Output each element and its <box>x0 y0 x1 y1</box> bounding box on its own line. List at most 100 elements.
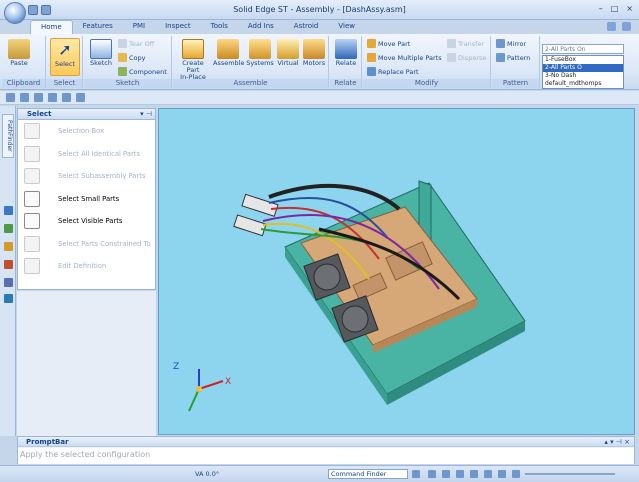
select-tool-item[interactable]: Select Visible Parts <box>18 210 155 233</box>
ribbon-right-controls <box>607 22 631 31</box>
assemble-button[interactable]: Assemble <box>213 38 244 76</box>
replace-part-button[interactable]: Replace Part <box>367 66 419 77</box>
config-option[interactable]: 3-No Dash <box>543 72 623 80</box>
move-part-icon <box>367 39 376 48</box>
save-icon[interactable] <box>6 93 15 102</box>
group-pattern: Mirror Pattern Pattern <box>492 36 540 88</box>
tear-off-button[interactable]: Tear Off <box>118 38 154 49</box>
constrained-parts-icon <box>24 235 40 252</box>
fan-hub <box>341 305 369 333</box>
create-part-icon <box>182 39 204 59</box>
tab-pmi[interactable]: PMI <box>123 20 155 34</box>
title-bar: Solid Edge ST - Assembly - [DashAssy.asm… <box>0 0 639 24</box>
connector <box>233 214 267 237</box>
status-bar: VA 0.0° Command Finder <box>0 465 639 482</box>
redo-icon[interactable] <box>34 93 43 102</box>
move-part-button[interactable]: Move Part <box>367 38 410 49</box>
select-tools-tab-icon[interactable] <box>4 294 13 303</box>
select-tool-item[interactable]: Edit Definition <box>18 255 155 278</box>
minimize-ribbon-icon[interactable] <box>622 22 631 31</box>
systems-button[interactable]: Systems <box>245 38 275 76</box>
pan-icon[interactable] <box>470 470 478 478</box>
sensors-tab-icon[interactable] <box>4 278 13 287</box>
create-part-in-place-button[interactable]: Create Part In-Place <box>175 38 211 81</box>
view-orientation-icon[interactable] <box>498 470 506 478</box>
help-icon[interactable] <box>607 22 616 31</box>
zoom-area-icon[interactable] <box>428 470 436 478</box>
transfer-icon <box>447 39 456 48</box>
layers-tab-icon[interactable] <box>4 224 13 233</box>
mirror-button[interactable]: Mirror <box>496 38 526 49</box>
systems-icon <box>249 39 271 59</box>
zoom-icon[interactable] <box>442 470 450 478</box>
family-tab-icon[interactable] <box>4 260 13 269</box>
select-tool-item[interactable]: Select Small Parts <box>18 188 155 211</box>
command-finder-go-icon[interactable] <box>412 470 420 478</box>
motors-icon <box>303 39 325 59</box>
close-button[interactable]: × <box>626 4 633 13</box>
select-tool-item[interactable]: Select All Identical Parts <box>18 143 155 166</box>
maximize-button[interactable]: □ <box>611 4 619 13</box>
tab-inspect[interactable]: Inspect <box>155 20 201 34</box>
replace-part-icon <box>367 67 376 76</box>
render-mode-icon[interactable] <box>512 470 520 478</box>
undo-history-icon[interactable] <box>48 93 57 102</box>
command-finder-input[interactable]: Command Finder <box>328 469 408 479</box>
tab-features[interactable]: Features <box>73 20 123 34</box>
window-title: Solid Edge ST - Assembly - [DashAssy.asm… <box>233 5 406 14</box>
pathfinder-tab-icon[interactable] <box>4 206 13 215</box>
fan-hub <box>313 263 341 291</box>
select-tool-item[interactable]: Select Subassembly Parts <box>18 165 155 188</box>
tab-astroid[interactable]: Astroid <box>284 20 329 34</box>
config-option[interactable]: default_mdthomps <box>543 80 623 88</box>
configuration-select[interactable]: 2-All Parts On <box>542 44 624 54</box>
group-assemble: Create Part In-Place Assemble Systems Vi… <box>173 36 329 88</box>
triad-x-label: X <box>225 377 231 387</box>
tab-add-ins[interactable]: Add Ins <box>238 20 284 34</box>
sketch-icon <box>90 39 112 59</box>
select-button[interactable]: ➚ Select <box>50 38 80 76</box>
virtual-icon <box>277 39 299 59</box>
tab-pathfinder[interactable]: PathFinder <box>2 114 14 158</box>
component-button[interactable]: Component <box>118 66 167 77</box>
paste-button[interactable]: Paste <box>4 38 34 76</box>
transfer-button[interactable]: Transfer <box>447 38 484 49</box>
paste-icon <box>8 39 30 59</box>
customize-icon[interactable] <box>76 93 85 102</box>
panel-controls[interactable]: ▾ ⊣ <box>140 109 152 119</box>
disperse-button[interactable]: Disperse <box>447 52 486 63</box>
panel-header: Select ▾ ⊣ <box>18 109 155 120</box>
copy-button[interactable]: Copy <box>118 52 146 63</box>
triad-origin <box>196 386 202 392</box>
prompt-text: Apply the selected configuration <box>18 448 634 464</box>
config-option[interactable]: 1-FuseBox <box>543 56 623 64</box>
pattern-button[interactable]: Pattern <box>496 52 530 63</box>
library-tab-icon[interactable] <box>4 242 13 251</box>
motors-button[interactable]: Motors <box>299 38 329 76</box>
tab-tools[interactable]: Tools <box>201 20 238 34</box>
triad-z-label: Z <box>173 362 179 372</box>
application-button[interactable] <box>4 2 26 24</box>
move-multiple-parts-button[interactable]: Move Multiple Parts <box>367 52 442 63</box>
component-icon <box>118 67 127 76</box>
tab-view[interactable]: View <box>328 20 365 34</box>
redo-history-icon[interactable] <box>62 93 71 102</box>
graphics-viewport[interactable]: Z X <box>158 108 635 435</box>
zoom-slider[interactable] <box>525 473 615 475</box>
fit-icon[interactable] <box>456 470 464 478</box>
arrow-cursor-icon: ➚ <box>58 40 72 59</box>
undo-icon[interactable] <box>20 93 29 102</box>
select-tool-item[interactable]: Select Parts Constrained To <box>18 233 155 256</box>
select-tool-item[interactable]: Selection Box <box>18 120 155 143</box>
relate-button[interactable]: Relate <box>331 38 361 76</box>
prompt-bar-controls[interactable]: ▴ ▾ ⊣ × <box>604 437 630 447</box>
ribbon-tabs: Home Features PMI Inspect Tools Add Ins … <box>30 20 365 34</box>
minimize-button[interactable]: – <box>599 4 603 13</box>
group-clipboard: Paste Clipboard <box>2 36 46 88</box>
sketch-button[interactable]: Sketch <box>86 38 116 76</box>
config-option-selected[interactable]: 2-All Parts O <box>543 64 623 72</box>
tab-home[interactable]: Home <box>30 20 73 34</box>
rotate-icon[interactable] <box>484 470 492 478</box>
identical-parts-icon <box>24 145 40 162</box>
selection-box-icon <box>24 123 40 140</box>
